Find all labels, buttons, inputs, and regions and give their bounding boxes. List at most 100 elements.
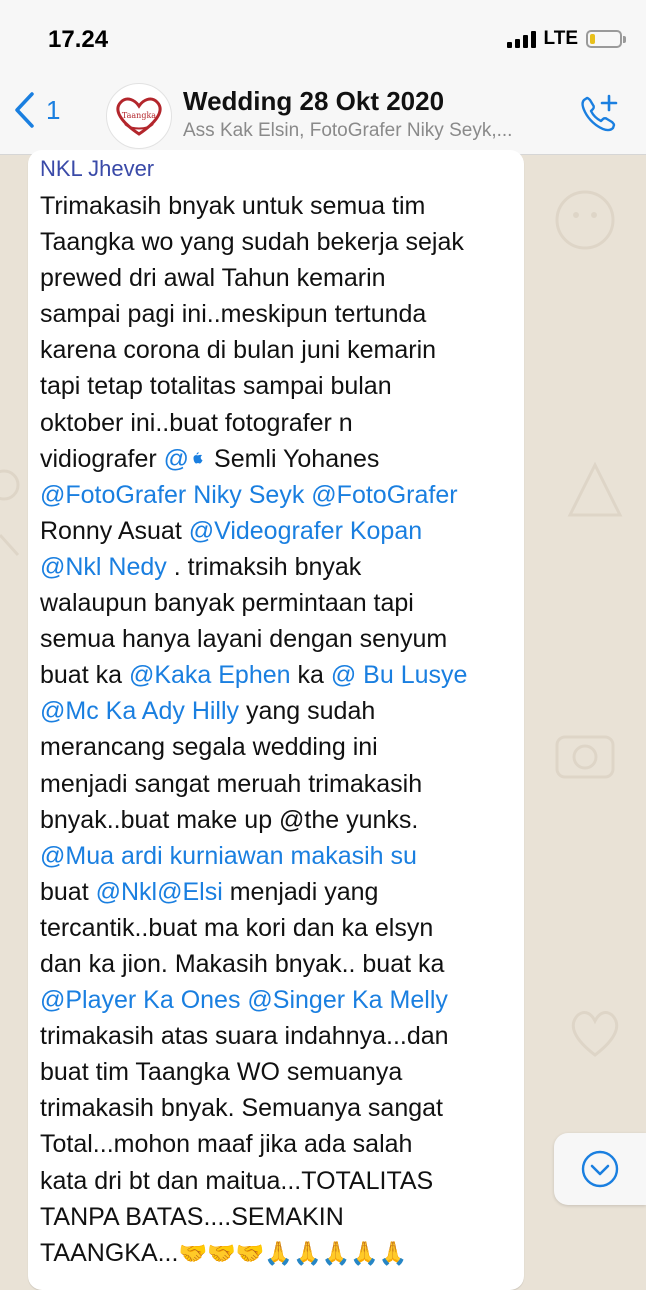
wallpaper-doodle-icon — [567, 461, 623, 517]
message-text-segment: semua hanya layani dengan senyum — [40, 625, 448, 654]
message-text-segment: yang sudah — [239, 697, 376, 726]
message-text-segment: walaupun banyak permintaan tapi — [40, 589, 414, 618]
message-line: Ronny Asuat @Videografer Kopan — [40, 513, 520, 549]
mention-link[interactable]: @Videografer Kopan — [189, 517, 422, 545]
signal-icon — [506, 30, 536, 48]
mention-link[interactable]: @Player Ka Ones — [40, 986, 240, 1014]
message-sender[interactable]: NKL Jhever — [40, 156, 154, 182]
message-line: @FotoGrafer Niky Seyk @FotoGrafer — [40, 477, 520, 513]
message-text-segment: Semli Yohanes — [214, 444, 380, 473]
wallpaper-doodle-icon — [571, 1011, 619, 1057]
wedding-logo-icon: Taangka — [116, 97, 162, 136]
back-button[interactable]: 1 — [12, 90, 60, 130]
status-icons: LTE — [506, 28, 626, 50]
message-line: bnyak..buat make up @the yunks. — [40, 802, 520, 838]
message-text-segment: buat ka — [40, 661, 129, 690]
message-text: Trimakasih bnyak untuk semua tim Taangka … — [40, 188, 520, 1272]
message-line: oktober ini..buat fotografer n — [40, 405, 520, 441]
mention-link[interactable]: @ Bu Lusye — [331, 661, 468, 689]
message-text-segment: TAANGKA... — [40, 1238, 179, 1267]
message-text-segment: TANPA BATAS....SEMAKIN — [40, 1202, 344, 1231]
mention-link[interactable]: @Singer Ka Melly — [247, 986, 447, 1014]
message-bubble[interactable]: NKL Jhever Trimakasih bnyak untuk semua … — [28, 150, 524, 1290]
message-line: merancang segala wedding ini — [40, 729, 520, 765]
add-call-button[interactable] — [576, 92, 620, 141]
message-text-segment — [182, 517, 189, 545]
message-text-segment: dan ka jion. Makasih bnyak.. buat ka — [40, 949, 445, 978]
message-text-segment: Ronny Asuat — [40, 516, 182, 545]
mention-link[interactable]: @Nkl Nedy — [40, 553, 167, 581]
group-title[interactable]: Wedding 28 Okt 2020 — [183, 86, 444, 117]
mention-link[interactable]: @Mua ardi kurniawan makasih su — [40, 842, 417, 870]
wallpaper-doodle-icon — [555, 190, 615, 250]
back-chevron-icon — [15, 92, 34, 128]
message-line: @Player Ka Ones @Singer Ka Melly — [40, 982, 520, 1018]
message-text-segment: sampai pagi ini..meskipun tertunda — [40, 300, 427, 329]
message-line: Total...mohon maaf jika ada salah — [40, 1126, 520, 1162]
emoji-text: 🤝🤝🤝🙏🙏🙏🙏🙏 — [178, 1240, 408, 1267]
message-line: semua hanya layani dengan senyum — [40, 621, 520, 657]
apple-icon — [193, 451, 203, 464]
message-text-segment: oktober ini..buat fotografer n — [40, 408, 353, 437]
scroll-to-bottom-button[interactable] — [554, 1133, 646, 1205]
message-line: buat ka @Kaka Ephen ka @ Bu Lusye — [40, 657, 520, 693]
network-label: LTE — [543, 28, 578, 49]
chat-header: 1 Taangka Wedding 28 Okt 2020 Ass Kak El… — [0, 78, 646, 155]
message-text-segment: tapi tetap totalitas sampai bulan — [40, 372, 392, 401]
mention-link[interactable]: @FotoGrafer Niky Seyk — [40, 481, 304, 509]
message-text-segment: merancang segala wedding ini — [40, 733, 378, 762]
message-line: @Mua ardi kurniawan makasih su — [40, 838, 520, 874]
group-participants: Ass Kak Elsin, FotoGrafer Niky Seyk,... — [183, 120, 513, 141]
message-text-segment: prewed dri awal Tahun kemarin — [40, 264, 386, 293]
message-line: trimakasih bnyak. Semuanya sangat — [40, 1090, 520, 1126]
message-text-segment: . trimaksih bnyak — [166, 552, 362, 581]
message-text-segment: tercantik..buat ma kori dan ka elsyn — [40, 913, 434, 942]
mention-link[interactable]: @Kaka Ephen — [129, 661, 291, 689]
message-text-segment: bnyak..buat make up @the yunks. — [40, 805, 419, 834]
message-line: tapi tetap totalitas sampai bulan — [40, 368, 520, 404]
message-line: walaupun banyak permintaan tapi — [40, 585, 520, 621]
status-time: 17.24 — [48, 26, 109, 53]
mention-link[interactable]: @Nkl@Elsi — [96, 878, 223, 906]
unread-count: 1 — [46, 94, 61, 125]
message-text-segment: menjadi sangat meruah trimakasih — [40, 769, 423, 798]
message-text-segment: trimakasih atas suara indahnya...dan — [40, 1022, 449, 1051]
message-line: @Nkl Nedy . trimaksih bnyak — [40, 549, 520, 585]
message-line: sampai pagi ini..meskipun tertunda — [40, 296, 520, 332]
status-bar: 17.24 LTE — [0, 0, 646, 78]
message-text-segment: Trimakasih bnyak untuk semua tim — [40, 192, 426, 220]
message-text-segment: trimakasih bnyak. Semuanya sangat — [40, 1094, 443, 1123]
message-line: buat @Nkl@Elsi menjadi yang — [40, 874, 520, 910]
message-line: buat tim Taangka WO semuanya — [40, 1054, 520, 1090]
message-line: prewed dri awal Tahun kemarin — [40, 260, 520, 296]
message-line: TAANGKA...🤝🤝🤝🙏🙏🙏🙏🙏 — [40, 1235, 520, 1272]
mention-link[interactable]: @FotoGrafer — [311, 481, 457, 509]
group-avatar[interactable]: Taangka — [106, 83, 172, 149]
svg-text:Taangka: Taangka — [122, 111, 156, 120]
message-line: Taangka wo yang sudah bekerja sejak — [40, 224, 520, 260]
message-text-segment: buat — [40, 877, 96, 906]
message-text-segment: buat tim Taangka WO semuanya — [40, 1058, 403, 1087]
message-line: tercantik..buat ma kori dan ka elsyn — [40, 910, 520, 946]
message-text-segment: karena corona di bulan juni kemarin — [40, 336, 437, 365]
message-line: @Mc Ka Ady Hilly yang sudah — [40, 693, 520, 729]
message-text-segment: Total...mohon maaf jika ada salah — [40, 1130, 413, 1159]
message-line: TANPA BATAS....SEMAKIN — [40, 1199, 520, 1235]
message-line: vidiografer @ Semli Yohanes — [40, 441, 520, 477]
message-line: Trimakasih bnyak untuk semua tim — [40, 188, 520, 224]
message-text-segment: menjadi yang — [222, 877, 379, 906]
message-line: kata dri bt dan maitua...TOTALITAS — [40, 1163, 520, 1199]
message-line: dan ka jion. Makasih bnyak.. buat ka — [40, 946, 520, 982]
message-text-segment: kata dri bt dan maitua...TOTALITAS — [40, 1166, 434, 1195]
wallpaper-doodle-icon — [0, 469, 20, 557]
message-text-segment: ka — [290, 661, 331, 690]
message-line: karena corona di bulan juni kemarin — [40, 332, 520, 368]
message-text-segment: Taangka wo yang sudah bekerja sejak — [40, 228, 464, 257]
chevron-down-icon — [581, 1150, 619, 1188]
mention-link[interactable]: @Mc Ka Ady Hilly — [40, 697, 239, 725]
battery-icon — [586, 30, 626, 48]
message-text-segment: vidiografer — [40, 444, 164, 473]
add-call-icon — [581, 94, 618, 132]
wallpaper-doodle-icon — [555, 735, 615, 779]
mention-link[interactable]: @ — [164, 445, 189, 473]
